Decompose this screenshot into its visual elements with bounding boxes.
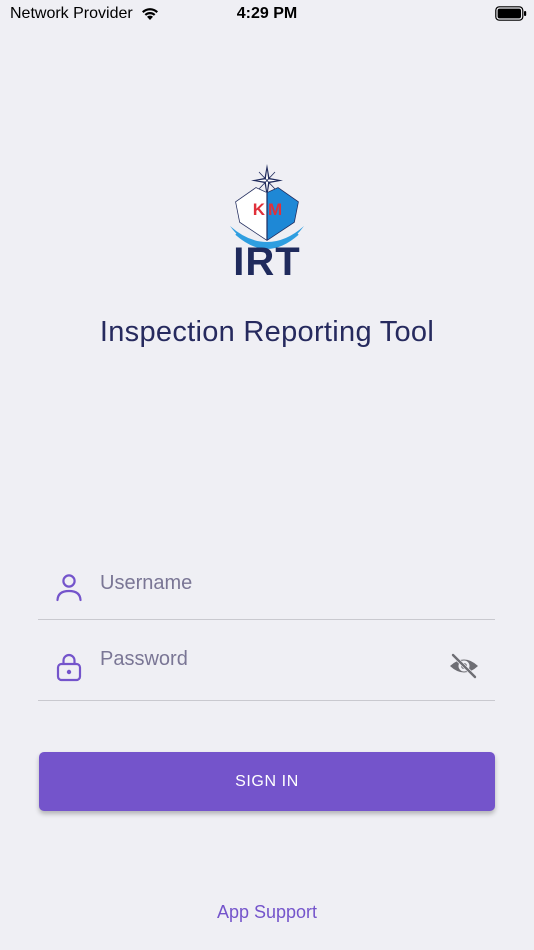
eye-off-icon[interactable] (448, 652, 480, 680)
user-icon (56, 574, 82, 602)
login-screen: Network Provider 4:29 PM KM IRT Inspecti… (0, 0, 534, 950)
username-input[interactable] (100, 568, 430, 598)
password-field[interactable] (38, 638, 495, 701)
app-title: Inspection Reporting Tool (99, 316, 435, 348)
password-input[interactable] (100, 644, 430, 674)
logo-emblem-letters: KM (252, 200, 286, 219)
clock: 4:29 PM (236, 5, 298, 22)
status-bar: Network Provider 4:29 PM (0, 0, 534, 28)
lock-icon (56, 653, 82, 682)
app-support-link[interactable]: App Support (0, 902, 534, 923)
username-field[interactable] (38, 560, 495, 620)
logo-wordmark: IRT (233, 240, 301, 284)
battery-full-icon (495, 6, 527, 21)
sign-in-button[interactable]: SIGN IN (39, 752, 495, 811)
